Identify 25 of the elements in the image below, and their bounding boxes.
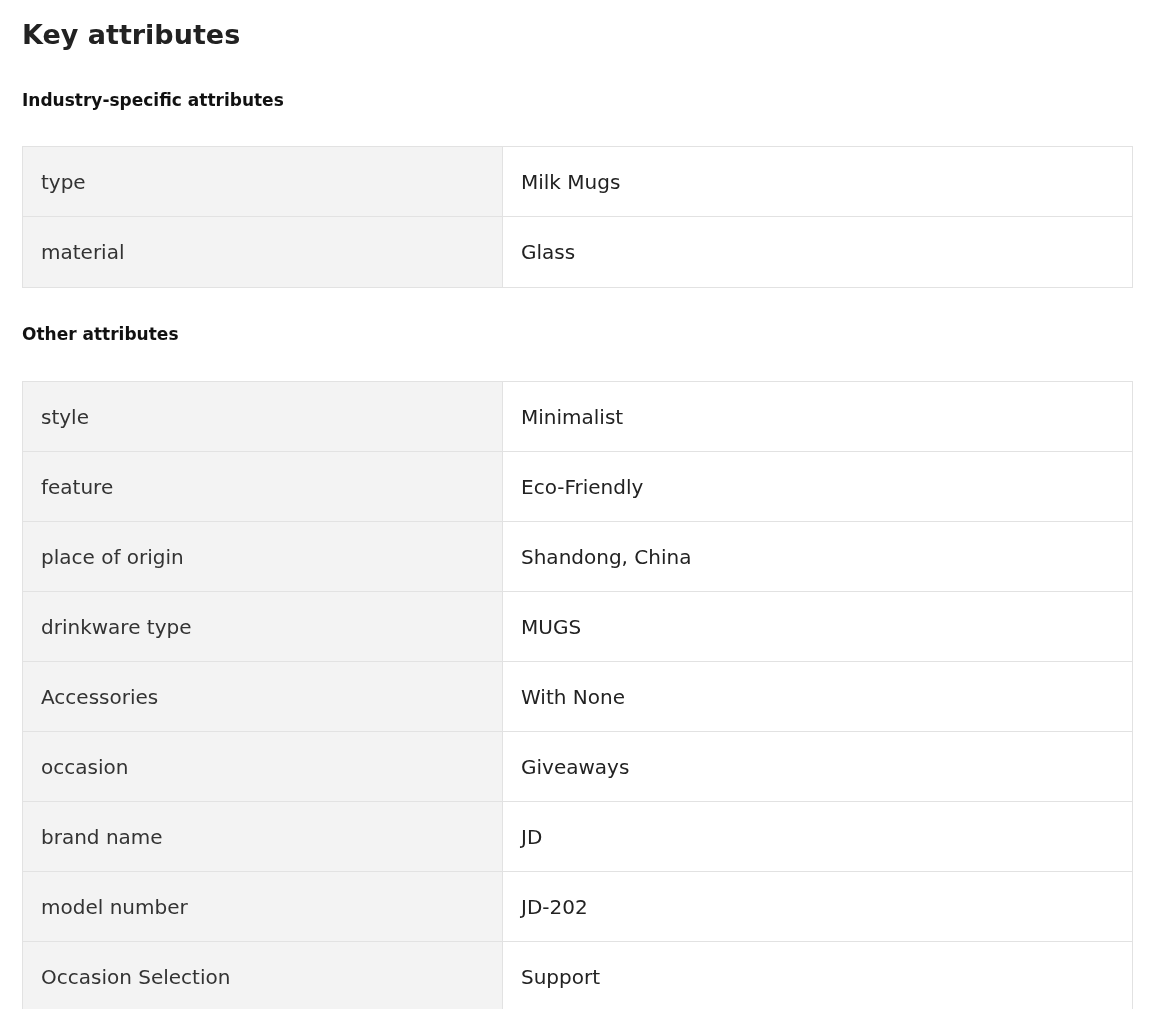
attribute-value: Giveaways (520, 753, 631, 781)
attribute-value: Minimalist (520, 403, 625, 431)
attribute-value: MUGS (520, 613, 583, 641)
attribute-value: Eco-Friendly (520, 473, 645, 501)
attribute-name: Occasion Selection (23, 942, 503, 1009)
attribute-name: brand name (23, 802, 503, 871)
page-title: Key attributes (22, 18, 242, 52)
attribute-value: JD-202 (519, 893, 589, 921)
section-heading: Industry-specific attributes (22, 89, 285, 112)
section-heading: Other attributes (22, 323, 180, 346)
attribute-name: type (23, 147, 503, 216)
attribute-value: JD (519, 823, 544, 851)
attribute-value: With None (520, 683, 626, 711)
attribute-name: model number (23, 872, 503, 941)
attribute-name: material (23, 217, 503, 287)
attribute-value: Glass (520, 239, 577, 266)
attribute-name: style (23, 382, 503, 451)
attribute-name: Accessories (23, 662, 503, 731)
attribute-name: drinkware type (23, 592, 503, 661)
attribute-name: occasion (23, 732, 503, 801)
attribute-value: Shandong, China (520, 543, 693, 571)
attribute-name: place of origin (23, 522, 503, 591)
attribute-value: Milk Mugs (520, 168, 622, 196)
attribute-name: feature (23, 452, 503, 521)
attribute-value: Support (520, 964, 602, 991)
